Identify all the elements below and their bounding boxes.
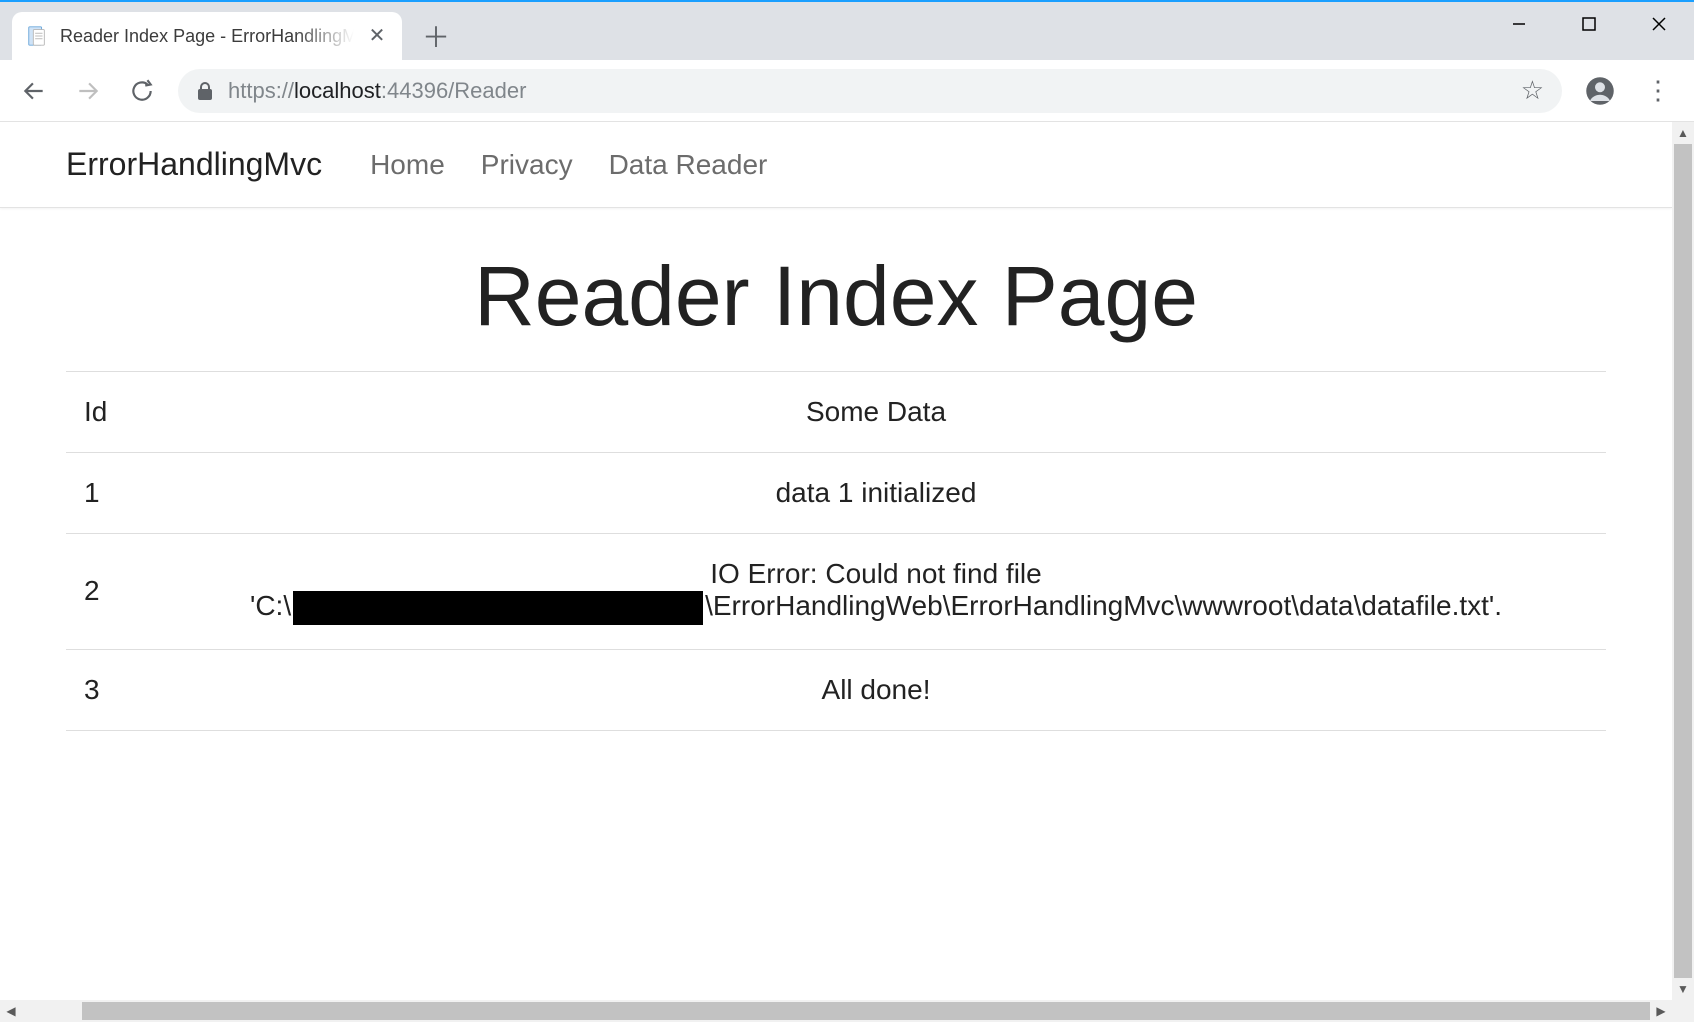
cell-id: 1 (66, 453, 146, 534)
vertical-scroll-thumb[interactable] (1674, 144, 1692, 978)
new-tab-button[interactable]: ＋ (412, 12, 460, 60)
browser-titlebar: Reader Index Page - ErrorHandlingMvc ✕ ＋ (0, 2, 1694, 60)
horizontal-scroll-thumb[interactable] (82, 1002, 1650, 1020)
back-button[interactable] (16, 73, 52, 109)
profile-button[interactable] (1580, 71, 1620, 111)
forward-button[interactable] (70, 73, 106, 109)
tab-favicon-icon (26, 25, 48, 47)
tab-title: Reader Index Page - ErrorHandlingMvc (60, 26, 354, 47)
scrollbar-corner (1672, 1000, 1694, 1022)
cell-data: IO Error: Could not find file 'C:\ \Error… (146, 534, 1606, 650)
error-prefix: IO Error: Could not find file (164, 558, 1588, 590)
page-viewport: ErrorHandlingMvc Home Privacy Data Reade… (0, 122, 1672, 1000)
cell-data: All done! (146, 649, 1606, 730)
col-data: Some Data (146, 372, 1606, 453)
cell-id: 2 (66, 534, 146, 650)
table-row: 2 IO Error: Could not find file 'C:\ \Err… (66, 534, 1606, 650)
horizontal-scrollbar[interactable]: ◀ ▶ (0, 1000, 1694, 1022)
tab-close-icon[interactable]: ✕ (366, 26, 388, 46)
table-header-row: Id Some Data (66, 372, 1606, 453)
scroll-right-icon[interactable]: ▶ (1650, 1000, 1672, 1022)
window-controls (1484, 2, 1694, 60)
cell-id: 3 (66, 649, 146, 730)
table-row: 1 data 1 initialized (66, 453, 1606, 534)
lock-icon (196, 81, 214, 101)
col-id: Id (66, 372, 146, 453)
url-text: https://localhost:44396/Reader (228, 78, 1507, 104)
bookmark-star-icon[interactable]: ☆ (1521, 75, 1544, 106)
table-row: 3 All done! (66, 649, 1606, 730)
window-close-button[interactable] (1624, 2, 1694, 46)
reload-button[interactable] (124, 73, 160, 109)
url-host: localhost (294, 78, 381, 103)
scroll-left-icon[interactable]: ◀ (0, 1000, 22, 1022)
window-minimize-button[interactable] (1484, 2, 1554, 46)
site-navbar: ErrorHandlingMvc Home Privacy Data Reade… (0, 122, 1672, 208)
url-path: :44396/Reader (381, 78, 527, 103)
nav-privacy[interactable]: Privacy (481, 149, 573, 181)
vertical-scrollbar[interactable]: ▲ ▼ (1672, 122, 1694, 1000)
browser-tab[interactable]: Reader Index Page - ErrorHandlingMvc ✕ (12, 12, 402, 60)
browser-toolbar: https://localhost:44396/Reader ☆ ⋮ (0, 60, 1694, 122)
error-path-after: \ErrorHandlingWeb\ErrorHandlingMvc\wwwro… (705, 590, 1502, 621)
redacted-segment (293, 591, 703, 625)
page-title: Reader Index Page (66, 248, 1606, 345)
window-maximize-button[interactable] (1554, 2, 1624, 46)
error-path-before: 'C:\ (250, 590, 291, 621)
scroll-up-icon[interactable]: ▲ (1672, 122, 1694, 144)
address-bar[interactable]: https://localhost:44396/Reader ☆ (178, 69, 1562, 113)
nav-data-reader[interactable]: Data Reader (609, 149, 768, 181)
kebab-menu-button[interactable]: ⋮ (1638, 71, 1678, 111)
cell-data: data 1 initialized (146, 453, 1606, 534)
nav-home[interactable]: Home (370, 149, 445, 181)
url-scheme: https:// (228, 78, 294, 103)
scroll-down-icon[interactable]: ▼ (1672, 978, 1694, 1000)
brand-link[interactable]: ErrorHandlingMvc (66, 146, 322, 183)
data-table: Id Some Data 1 data 1 initialized 2 IO E… (66, 371, 1606, 731)
